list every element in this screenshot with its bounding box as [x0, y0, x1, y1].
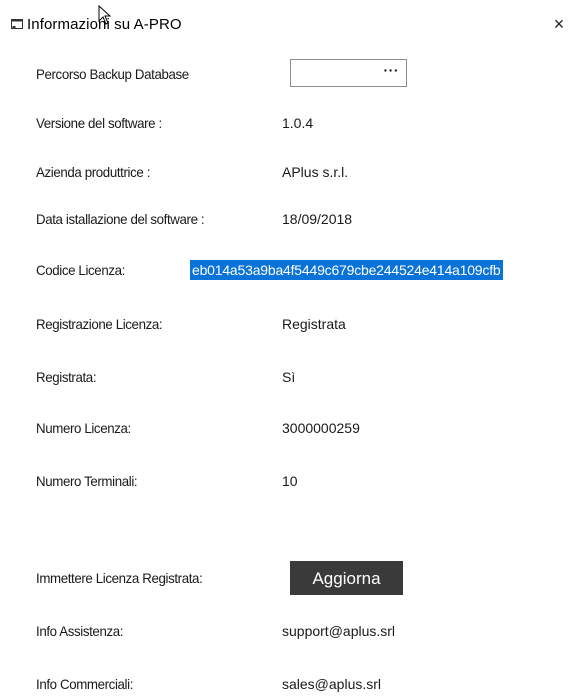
terminals-row: Numero Terminali: 10	[0, 470, 574, 494]
app-window-icon	[11, 19, 23, 29]
mouse-cursor-icon	[98, 5, 112, 25]
license-number-row: Numero Licenza: 3000000259	[0, 417, 574, 441]
support-label: Info Assistenza:	[36, 623, 124, 639]
license-code-label: Codice Licenza:	[36, 262, 125, 278]
update-license-label: Immettere Licenza Registrata:	[36, 570, 203, 586]
company-row: Azienda produttrice : APlus s.r.l.	[0, 161, 574, 185]
close-icon[interactable]: ×	[551, 15, 567, 33]
terminals-label: Numero Terminali:	[36, 473, 138, 489]
terminals-value: 10	[282, 473, 298, 489]
license-number-value: 3000000259	[282, 420, 360, 436]
version-row: Versione del software : 1.0.4	[0, 112, 574, 136]
registered-label: Registrata:	[36, 369, 97, 385]
company-value: APlus s.r.l.	[282, 164, 349, 180]
install-date-value: 18/09/2018	[282, 211, 353, 227]
backup-path-field[interactable]: ···	[290, 59, 407, 87]
update-license-row: Immettere Licenza Registrata:	[0, 567, 574, 591]
backup-path-label: Percorso Backup Database	[36, 66, 189, 82]
license-code-value[interactable]: eb014a53a9ba4f5449c679cbe244524e414a109c…	[190, 260, 504, 280]
support-email[interactable]: support@aplus.srl	[282, 623, 395, 639]
install-date-label: Data istallazione del software :	[36, 211, 205, 227]
backup-path-row: Percorso Backup Database	[0, 63, 574, 87]
sales-label: Info Commerciali:	[36, 676, 134, 692]
support-row: Info Assistenza: support@aplus.srl	[0, 620, 574, 644]
license-registration-value: Registrata	[282, 316, 346, 332]
version-label: Versione del software :	[36, 115, 162, 131]
version-value: 1.0.4	[282, 115, 314, 131]
registered-value: Sì	[282, 369, 296, 385]
license-registration-row: Registrazione Licenza: Registrata	[0, 313, 574, 337]
sales-row: Info Commerciali: sales@aplus.srl	[0, 673, 574, 697]
install-date-row: Data istallazione del software : 18/09/2…	[0, 208, 574, 232]
browse-button[interactable]: ···	[384, 62, 400, 78]
company-label: Azienda produttrice :	[36, 164, 151, 180]
title-bar: Informazioni su A-PRO ×	[0, 0, 574, 44]
update-button[interactable]: Aggiorna	[290, 561, 403, 595]
license-number-label: Numero Licenza:	[36, 420, 131, 436]
sales-email[interactable]: sales@aplus.srl	[282, 676, 381, 692]
registered-row: Registrata: Sì	[0, 366, 574, 390]
license-registration-label: Registrazione Licenza:	[36, 316, 163, 332]
